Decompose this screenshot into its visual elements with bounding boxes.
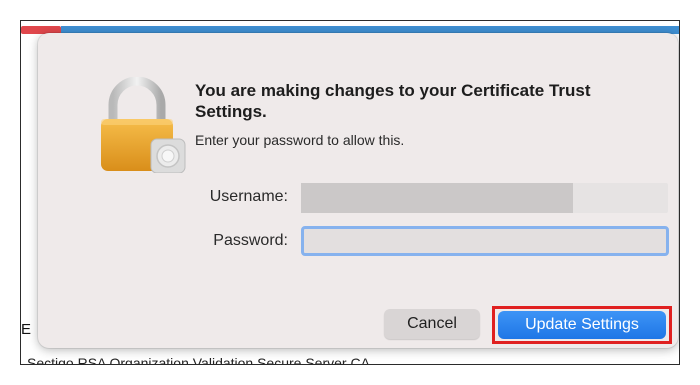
update-settings-button[interactable]: Update Settings [498,311,666,339]
authentication-dialog: You are making changes to your Certifica… [38,33,678,348]
password-label: Password: [213,232,288,249]
background-certificate-name: Sectigo RSA Organization Validation Secu… [27,355,370,365]
background-text-fragment: E [21,321,32,338]
password-field[interactable] [301,226,669,256]
username-label: Username: [209,188,288,205]
dialog-title: You are making changes to your Certifica… [195,81,591,121]
dialog-subtitle: Enter your password to allow this. [195,132,405,148]
cancel-button[interactable]: Cancel [384,309,480,339]
username-field[interactable] [301,183,668,213]
screenshot-frame: E Sectigo RSA Organization Validation Se… [20,20,680,365]
username-value-redacted [301,183,573,213]
lock-icon [101,77,186,173]
